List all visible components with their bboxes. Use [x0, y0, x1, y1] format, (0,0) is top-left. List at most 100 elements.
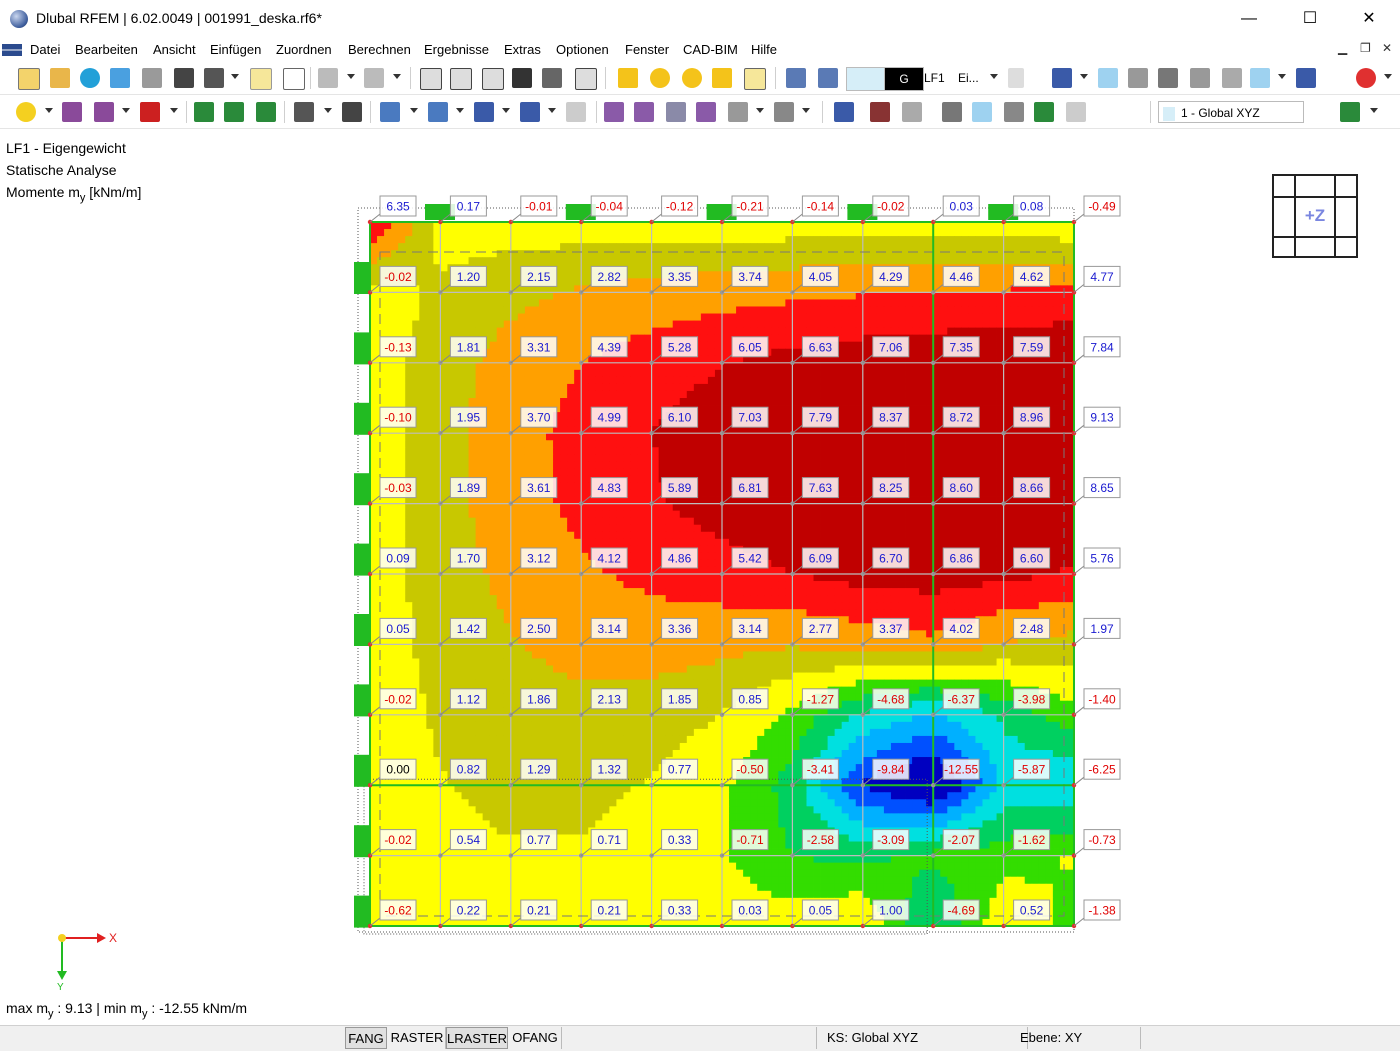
isoband-cell — [876, 236, 885, 244]
isoband-cell — [700, 313, 709, 321]
isoband-cell — [714, 475, 723, 483]
isoband-cell — [700, 419, 709, 427]
isoband-cell — [757, 257, 765, 265]
isoband-cell — [630, 222, 638, 230]
isoband-cell — [975, 440, 983, 448]
isoband-cell — [489, 524, 498, 533]
isoband-cell — [398, 433, 406, 441]
isoband-cell — [616, 222, 624, 230]
isoband-cell — [940, 257, 948, 265]
isoband-cell — [524, 362, 533, 371]
isoband-cell — [961, 531, 969, 540]
isoband-cell — [940, 433, 948, 441]
isoband-cell — [834, 398, 843, 406]
isoband-cell — [771, 461, 779, 469]
isoband-cell — [602, 531, 610, 540]
isoband-cell — [890, 250, 899, 258]
isoband-cell — [792, 468, 800, 476]
isoband-cell — [848, 461, 857, 469]
isoband-cell — [1010, 376, 1019, 385]
isoband-cell — [954, 243, 962, 251]
isoband-cell — [1031, 243, 1040, 251]
isoband-cell — [475, 306, 484, 314]
isoband-cell — [496, 320, 505, 328]
isoband-cell — [419, 440, 427, 448]
isoband-cell — [954, 447, 962, 455]
isoband-cell — [602, 222, 610, 230]
isoband-cell — [433, 559, 441, 568]
isoband-cell — [665, 447, 674, 455]
isoband-cell — [588, 369, 596, 378]
isoband-cell — [757, 461, 765, 469]
isoband-cell — [883, 510, 892, 519]
isoband-cell — [764, 369, 772, 378]
isoband-cell — [426, 334, 434, 343]
isoband-cell — [510, 510, 519, 519]
isoband-cell — [947, 468, 955, 476]
isoband-cell — [862, 552, 871, 561]
isoband-cell — [947, 362, 955, 371]
isoband-cell — [750, 503, 758, 512]
isoband-cell — [1017, 369, 1026, 378]
isoband-cell — [1052, 419, 1061, 427]
isoband-cell — [736, 257, 744, 265]
isoband-cell — [686, 236, 695, 244]
isoband-cell — [461, 447, 469, 455]
isoband-cell — [588, 531, 596, 540]
isoband-cell — [700, 475, 709, 483]
isoband-cell — [454, 538, 462, 547]
isoband-cell — [609, 398, 617, 406]
isoband-cell — [996, 376, 1004, 385]
isoband-cell — [644, 264, 652, 272]
isoband-cell — [489, 327, 498, 336]
isoband-cell — [714, 482, 723, 490]
isoband-cell — [503, 243, 512, 251]
isoband-cell — [883, 313, 892, 321]
isoband-cell — [475, 222, 484, 230]
isoband-cell — [433, 348, 441, 357]
isoband-cell — [468, 250, 476, 258]
isoband-cell — [799, 398, 807, 406]
isoband-cell — [503, 468, 512, 476]
isoband-cell — [482, 454, 491, 462]
isoband-cell — [496, 398, 505, 406]
isoband-cell — [876, 390, 885, 399]
isoband-cell — [848, 545, 857, 554]
isoband-cell — [574, 517, 582, 526]
isoband-cell — [855, 271, 864, 279]
isoband-cell — [553, 390, 561, 399]
isoband-cell — [574, 545, 582, 554]
isoband-cell — [538, 531, 547, 540]
isoband-cell — [785, 461, 793, 469]
isoband-cell — [1045, 327, 1054, 336]
isoband-cell — [405, 222, 413, 230]
isoband-cell — [869, 454, 878, 462]
isoband-cell — [1031, 236, 1040, 244]
isoband-cell — [982, 468, 990, 476]
isoband-cell — [553, 531, 561, 540]
isoband-cell — [961, 468, 969, 476]
isoband-cell — [644, 419, 652, 427]
isoband-cell — [637, 222, 645, 230]
isoband-cell — [658, 362, 667, 371]
isoband-cell — [658, 524, 667, 533]
isoband-cell — [848, 524, 857, 533]
isoband-cell — [750, 383, 758, 392]
isoband-cell — [912, 538, 920, 547]
isoband-cell — [574, 369, 582, 378]
isoband-cell — [876, 376, 885, 385]
isoband-cell — [933, 482, 941, 490]
isoband-cell — [841, 433, 850, 441]
isoband-cell — [736, 510, 744, 519]
isoband-cell — [905, 524, 913, 533]
isoband-cell — [546, 376, 554, 385]
isoband-cell — [771, 489, 779, 497]
isoband-cell — [595, 538, 603, 547]
isoband-cell — [440, 236, 448, 244]
isoband-cell — [848, 433, 857, 441]
isoband-cell — [672, 243, 681, 251]
isoband-cell — [968, 327, 976, 336]
isoband-cell — [743, 383, 751, 392]
isoband-cell — [1010, 440, 1019, 448]
isoband-cell — [538, 243, 547, 251]
